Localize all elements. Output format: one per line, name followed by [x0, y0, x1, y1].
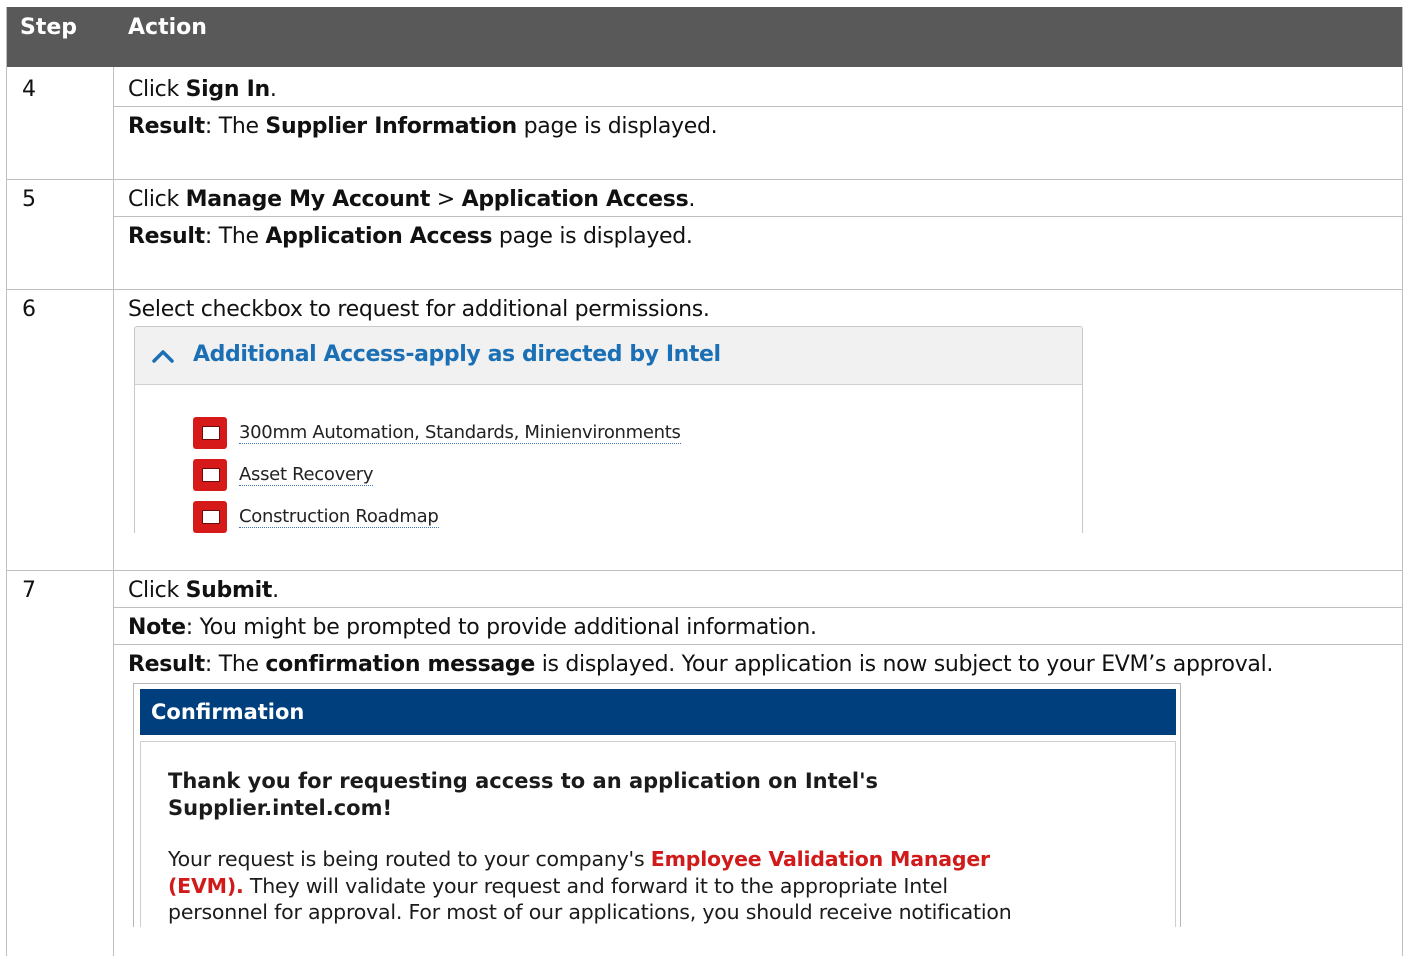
ui-term: Submit [185, 578, 273, 603]
row-divider [7, 179, 1402, 180]
text: Supplier.intel.com! [168, 796, 393, 820]
instruction-line: Click Submit. [128, 578, 279, 603]
note-line: Note: You might be prompted to provide a… [128, 615, 817, 640]
result-line: Result: The confirmation message is disp… [128, 652, 1273, 677]
result-line: Result: The Application Access page is d… [128, 224, 693, 249]
result-label: Result [128, 652, 205, 677]
evm-highlight: Employee Validation Manager [650, 847, 990, 871]
header-action: Action [128, 15, 207, 40]
ui-term: Sign In [185, 77, 271, 102]
text: is displayed. Your application is now su… [535, 652, 1274, 677]
result-label: Result [128, 114, 205, 139]
text: Thank you for requesting access to an ap… [168, 769, 879, 793]
evm-highlight: (EVM). [168, 873, 244, 898]
instruction-line: Click Manage My Account > Application Ac… [128, 187, 695, 212]
text: > [430, 187, 462, 212]
step-number: 6 [22, 297, 36, 322]
result-label: Result [128, 224, 205, 249]
row-divider [7, 289, 1402, 290]
confirmation-body: Thank you for requesting access to an ap… [140, 741, 1176, 927]
confirmation-title: Confirmation [151, 700, 305, 724]
header-step: Step [20, 15, 78, 40]
text: . [269, 77, 277, 102]
column-divider [113, 67, 114, 956]
instruction-line: Click Sign In. [128, 77, 277, 102]
step-number: 4 [22, 77, 36, 102]
row-divider [7, 570, 1402, 571]
text: They will validate your request and forw… [243, 873, 948, 898]
text: : The [204, 114, 266, 139]
ui-term: confirmation message [265, 652, 535, 677]
procedure-table: Step Action 4 Click Sign In. Result: The… [6, 7, 1403, 956]
option-label[interactable]: Asset Recovery [239, 464, 373, 486]
confirmation-message: Your request is being routed to your com… [168, 846, 1168, 926]
text: page is displayed. [492, 224, 693, 249]
chevron-up-icon[interactable] [151, 348, 175, 364]
step-number: 7 [22, 578, 36, 603]
checkbox-icon[interactable] [193, 417, 227, 449]
text: Click [128, 77, 186, 102]
sub-row-divider [113, 644, 1402, 645]
panel-title: Additional Access-apply as directed by I… [193, 342, 721, 367]
thanks-heading: Thank you for requesting access to an ap… [168, 768, 1068, 822]
ui-term: Supplier Information [265, 114, 517, 139]
sub-row-divider [113, 106, 1402, 107]
option-label[interactable]: Construction Roadmap [239, 506, 439, 528]
instruction-line: Select checkbox to request for additiona… [128, 297, 710, 322]
confirmation-header: Confirmation [140, 689, 1176, 735]
panel-header[interactable]: Additional Access-apply as directed by I… [135, 327, 1082, 385]
text: : The [204, 224, 266, 249]
checkbox-icon[interactable] [193, 501, 227, 533]
text: Your request is being routed to your com… [168, 847, 651, 871]
text: Click [128, 578, 186, 603]
ui-term: Application Access [461, 187, 689, 212]
sub-row-divider [113, 216, 1402, 217]
option-label[interactable]: 300mm Automation, Standards, Minienviron… [239, 422, 681, 444]
ui-term: Application Access [265, 224, 493, 249]
text: : You might be prompted to provide addit… [185, 615, 817, 640]
text: . [272, 578, 279, 603]
text: : The [204, 652, 266, 677]
step-number: 5 [22, 187, 36, 212]
ui-term: Manage My Account [185, 187, 431, 212]
note-label: Note [128, 615, 186, 640]
text: . [688, 187, 696, 212]
checkbox-icon[interactable] [193, 459, 227, 491]
text: page is displayed. [516, 114, 718, 139]
result-line: Result: The Supplier Information page is… [128, 114, 718, 139]
confirmation-panel: Confirmation Thank you for requesting ac… [133, 683, 1181, 927]
text: Click [128, 187, 186, 212]
table-header: Step Action [7, 7, 1402, 67]
additional-access-panel: Additional Access-apply as directed by I… [134, 326, 1083, 533]
text: personnel for approval. For most of our … [168, 900, 1012, 924]
sub-row-divider [113, 607, 1402, 608]
